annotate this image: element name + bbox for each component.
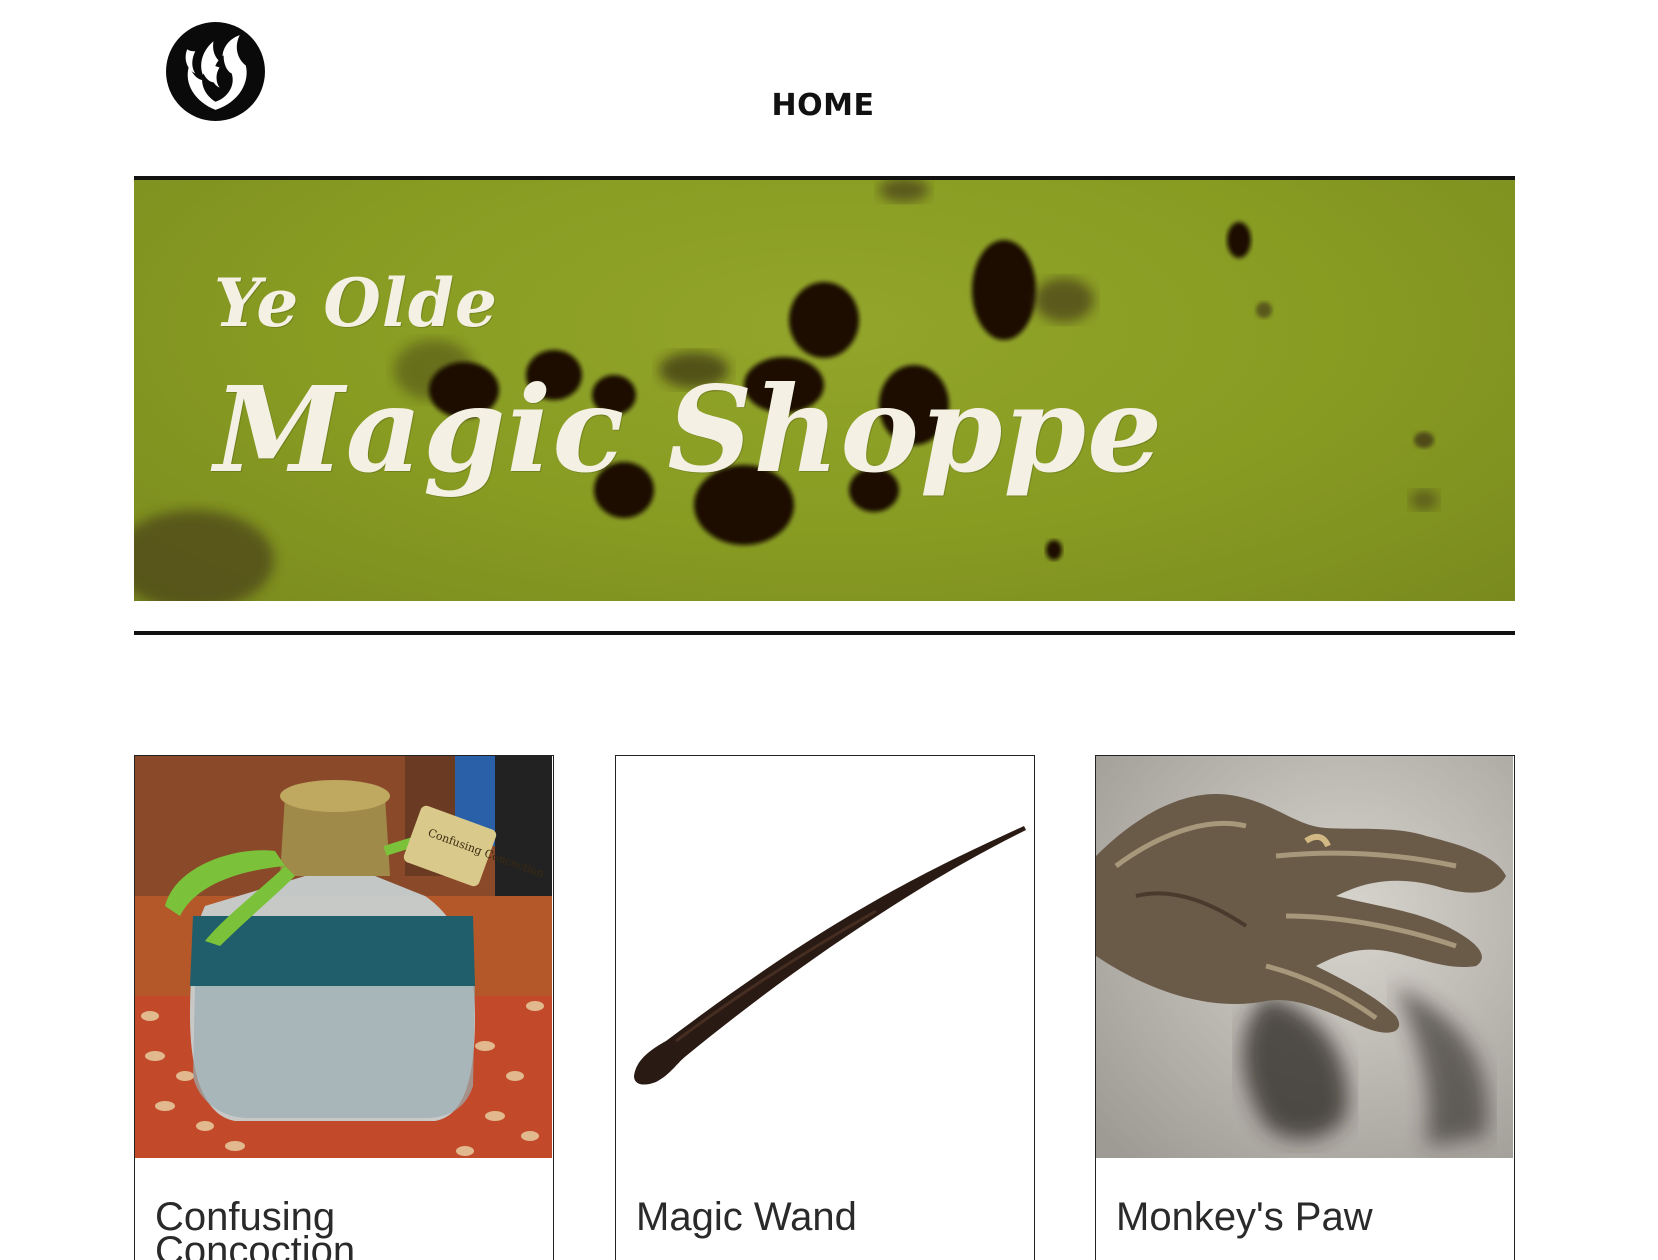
hero-title: Magic Shoppe	[214, 360, 1164, 499]
section-divider	[134, 631, 1515, 635]
monkey-paw-image	[1096, 756, 1513, 1158]
product-card-monkeys-paw[interactable]: Monkey's Paw	[1095, 755, 1515, 1260]
nav-home-link[interactable]: HOME	[772, 88, 875, 123]
product-card-confusing-concoction[interactable]: Confusing Concoction Confusing Concoctio…	[134, 755, 554, 1260]
magic-wand-image	[616, 756, 1033, 1158]
product-name[interactable]: Magic Wand	[636, 1197, 1016, 1237]
hero-banner: Ye Olde Magic Shoppe	[134, 176, 1515, 601]
product-card-magic-wand[interactable]: Magic Wand	[615, 755, 1035, 1260]
hero-subtitle: Ye Olde	[214, 264, 499, 342]
main-nav: HOME	[0, 88, 1646, 123]
product-name[interactable]: Monkey's Paw	[1116, 1197, 1496, 1237]
product-name[interactable]: Confusing Concoction	[155, 1197, 535, 1260]
potion-bottle-image: Confusing Concoction	[135, 756, 552, 1158]
